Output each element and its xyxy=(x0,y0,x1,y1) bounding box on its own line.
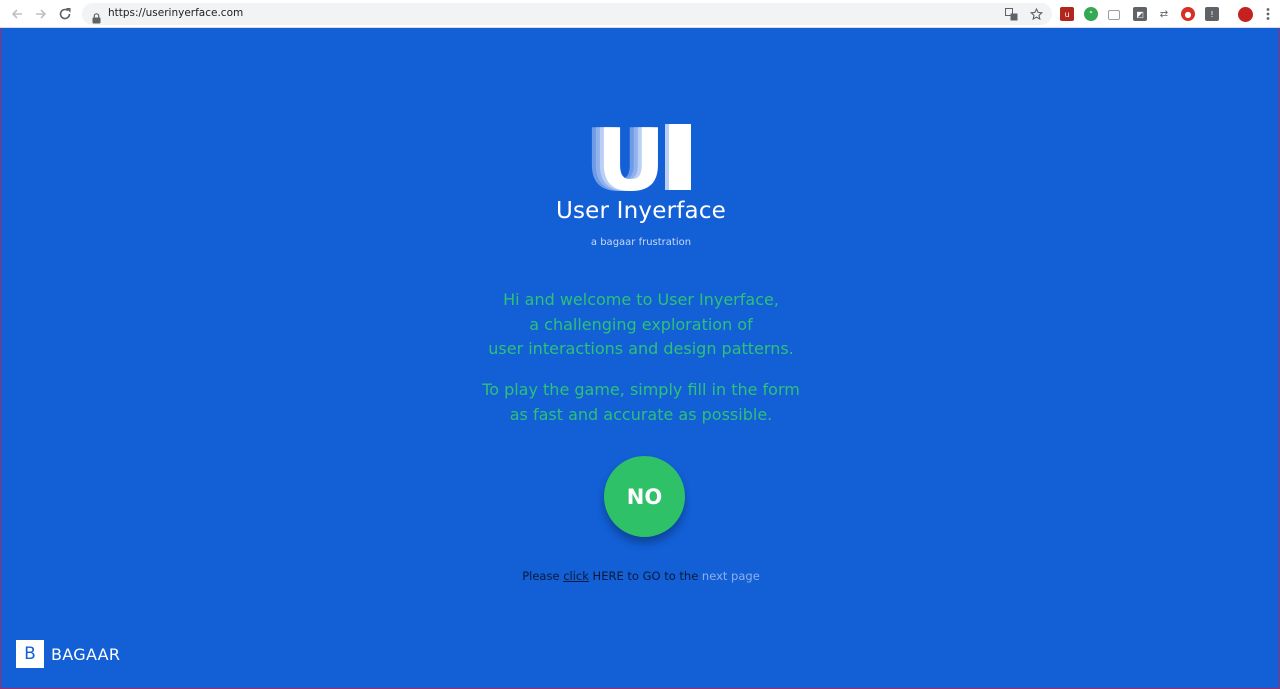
bagaar-logo-mark: B xyxy=(16,640,44,668)
welcome-line: user interactions and design patterns. xyxy=(488,339,794,358)
bagaar-logo[interactable]: B BAGAAR xyxy=(16,640,120,668)
browser-toolbar: https://userinyerface.com u " ◩ ⇄ ● ! xyxy=(0,0,1280,28)
welcome-line: a challenging exploration of xyxy=(529,314,753,334)
instruction-line: To play the game, simply fill in the for… xyxy=(482,380,800,399)
hangouts-extension-icon[interactable]: " xyxy=(1084,7,1098,21)
page-content: U U U U UI User Inyerface a bagaar frust… xyxy=(0,28,1280,689)
address-bar[interactable]: https://userinyerface.com xyxy=(82,3,1052,25)
click-link[interactable]: click xyxy=(563,569,589,583)
record-extension-icon[interactable]: ● xyxy=(1181,7,1195,21)
page-title: User Inyerface xyxy=(555,198,727,224)
bookmark-star-icon[interactable] xyxy=(1029,7,1043,21)
ublock-extension-icon[interactable]: u xyxy=(1060,7,1074,21)
back-arrow-icon[interactable] xyxy=(7,4,27,24)
no-button[interactable]: NO xyxy=(604,456,685,537)
please-text: Please xyxy=(522,569,564,583)
translate-icon[interactable] xyxy=(1004,7,1018,21)
cast-extension-icon[interactable] xyxy=(1108,10,1120,20)
reload-icon[interactable] xyxy=(55,4,75,24)
ui-logo: U U U U UI xyxy=(584,111,696,211)
page-subtitle: a bagaar frustration xyxy=(590,237,692,248)
menu-dots-icon[interactable] xyxy=(1261,4,1275,24)
welcome-line: Hi and welcome to User Inyerface, xyxy=(503,290,779,309)
next-page-link[interactable]: next page xyxy=(702,569,760,583)
here-go-text: HERE to GO to the xyxy=(588,569,702,583)
bagaar-logo-word: BAGAAR xyxy=(51,644,121,664)
shuffle-extension-icon[interactable]: ⇄ xyxy=(1157,7,1171,21)
notice-extension-icon[interactable]: ! xyxy=(1205,7,1219,21)
instruction-line: as fast and accurate as possible. xyxy=(509,404,773,424)
forward-arrow-icon[interactable] xyxy=(31,4,51,24)
profile-avatar[interactable] xyxy=(1238,7,1253,22)
next-page-instruction: Please click HERE to GO to the next page xyxy=(1,569,1280,583)
welcome-text: Hi and welcome to User Inyerface, a chal… xyxy=(1,288,1280,362)
instruction-text: To play the game, simply fill in the for… xyxy=(1,378,1280,427)
screenshot-extension-icon[interactable]: ◩ xyxy=(1133,7,1147,21)
svg-text:U: U xyxy=(596,124,666,194)
lock-icon[interactable] xyxy=(92,9,101,28)
url-text[interactable]: https://userinyerface.com xyxy=(108,7,243,19)
